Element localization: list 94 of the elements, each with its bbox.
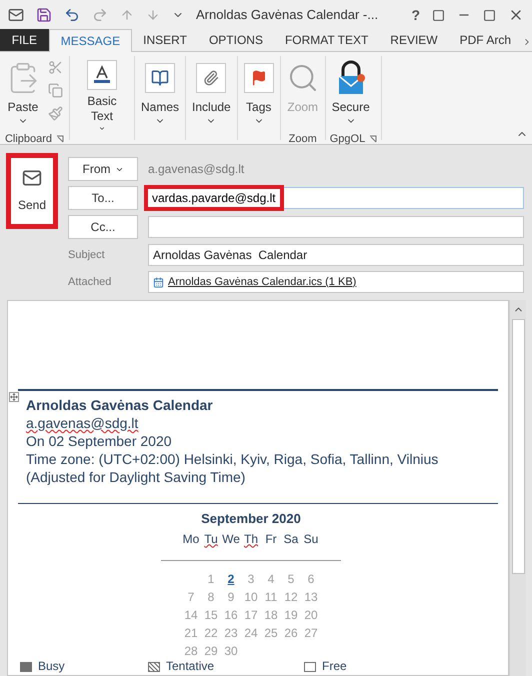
calendar-day: 8: [201, 588, 221, 606]
calendar-file-icon: [153, 276, 164, 288]
group-label: GpgOL: [330, 132, 366, 146]
body-line: (Adjusted for Daylight Saving Time): [26, 468, 246, 486]
dialog-launcher-icon[interactable]: [56, 135, 64, 143]
ribbon-button[interactable]: Paste: [2, 56, 44, 132]
weekday-header: Th: [242, 530, 259, 548]
calendar-day: 28: [181, 642, 201, 660]
calendar-day: 21: [181, 624, 201, 642]
calendar-day: 5: [281, 570, 301, 588]
save-icon[interactable]: [36, 7, 52, 23]
calendar-day: 25: [261, 624, 281, 642]
calendar-title: Arnoldas Gavėnas Calendar: [26, 396, 214, 414]
calendar-day: 23: [221, 624, 241, 642]
font-color-icon: [87, 60, 117, 90]
ribbon-tab[interactable]: INSERT: [132, 29, 198, 51]
undo-icon[interactable]: [64, 7, 80, 23]
legend-label: Free: [322, 660, 347, 673]
attachment-link[interactable]: Arnoldas Gavėnas Calendar.ics (1 KB): [168, 274, 356, 290]
ribbon-button[interactable]: Tags: [240, 56, 278, 132]
busy-swatch: [20, 662, 32, 672]
calendar-day: 22: [201, 624, 221, 642]
cc-field[interactable]: [148, 216, 524, 238]
calendar-day: 19: [281, 606, 301, 624]
send-button[interactable]: Send: [6, 153, 58, 229]
calendar-day: 27: [301, 624, 321, 642]
calendar-day: 10: [241, 588, 261, 606]
mail-icon[interactable]: [8, 7, 24, 23]
cc-button[interactable]: Cc...: [68, 215, 138, 239]
weekday-header: Fr: [264, 530, 278, 548]
calendar-day: 3: [241, 570, 261, 588]
window-title: Arnoldas Gavėnas Calendar -...: [196, 6, 378, 24]
subject-label: Subject: [68, 248, 106, 263]
calendar-day: 14: [181, 606, 201, 624]
group-label: Zoom: [288, 132, 317, 146]
free-swatch: [304, 662, 316, 672]
calendar-day: 15: [201, 606, 221, 624]
address-book-icon: [145, 63, 175, 93]
legend-label: Tentative: [166, 660, 214, 673]
table-move-handle-icon[interactable]: [9, 392, 19, 402]
from-address: a.gavenas@sdg.lt: [148, 161, 244, 178]
subject-field[interactable]: Arnoldas Gavėnas Calendar: [148, 244, 524, 266]
calendar-day: 7: [181, 588, 201, 606]
legend-label: Busy: [38, 660, 65, 673]
help-button[interactable]: ?: [411, 7, 420, 23]
calendar-day: 12: [281, 588, 301, 606]
calendar-day: 13: [301, 588, 321, 606]
ribbon-button[interactable]: Secure: [328, 56, 374, 132]
ribbon-tab[interactable]: REVIEW: [379, 29, 449, 51]
ribbon-tab[interactable]: FILE: [0, 29, 49, 51]
ribbon-button[interactable]: Names: [137, 56, 184, 132]
from-button[interactable]: From: [68, 157, 138, 181]
calendar-day: 9: [221, 588, 241, 606]
calendar-day: 1: [201, 570, 221, 588]
ribbon-display-icon[interactable]: [432, 8, 445, 22]
weekday-header: Tu: [203, 530, 219, 548]
dialog-launcher-icon[interactable]: [369, 135, 378, 143]
group-label: Clipboard: [4, 132, 52, 146]
calendar-day: 26: [281, 624, 301, 642]
tentative-swatch: [148, 662, 160, 672]
ribbon-button[interactable]: Basic Text: [72, 56, 132, 132]
weekday-header: Mo: [182, 530, 200, 548]
weekday-header: We: [221, 530, 241, 548]
month-title: September 2020: [201, 510, 301, 528]
body-line: a.gavenas@sdg.lt: [26, 414, 140, 432]
ribbon-tab[interactable]: OPTIONS: [198, 29, 274, 51]
calendar-day: 16: [221, 606, 241, 624]
weekday-header: Su: [302, 530, 320, 548]
calendar-day: 24: [241, 624, 261, 642]
calendar-day: 17: [241, 606, 261, 624]
calendar-day: 29: [201, 642, 221, 660]
maximize-icon[interactable]: [483, 8, 496, 22]
ribbon-tab[interactable]: FORMAT TEXT: [274, 29, 380, 51]
calendar-day: 30: [221, 642, 241, 660]
body-line: Time zone: (UTC+02:00) Helsinki, Kyiv, Riga, Sofia, Tallinn, Vilnius: [26, 450, 440, 468]
flag-icon: [244, 63, 274, 93]
calendar-day: 20: [301, 606, 321, 624]
to-button[interactable]: To...: [68, 186, 138, 210]
calendar-day: 18: [261, 606, 281, 624]
ribbon-tab[interactable]: PDF Arch: [448, 29, 522, 51]
ribbon-button[interactable]: Include: [188, 56, 235, 132]
calendar-day: 11: [261, 588, 281, 606]
send-mail-icon: [22, 168, 42, 188]
scrollbar-thumb[interactable]: [512, 319, 524, 574]
padlock-envelope-icon: [336, 60, 366, 96]
ribbon-tab[interactable]: MESSAGE: [48, 29, 132, 52]
calendar-day: 6: [301, 570, 321, 588]
weekday-header: Sa: [282, 530, 300, 548]
attached-label: Attached: [68, 274, 112, 290]
body-line: On 02 September 2020: [26, 432, 173, 450]
calendar-day: 4: [261, 570, 281, 588]
calendar-day: 2: [221, 570, 241, 588]
paperclip-icon: [196, 63, 226, 93]
scrollbar[interactable]: [509, 300, 526, 676]
